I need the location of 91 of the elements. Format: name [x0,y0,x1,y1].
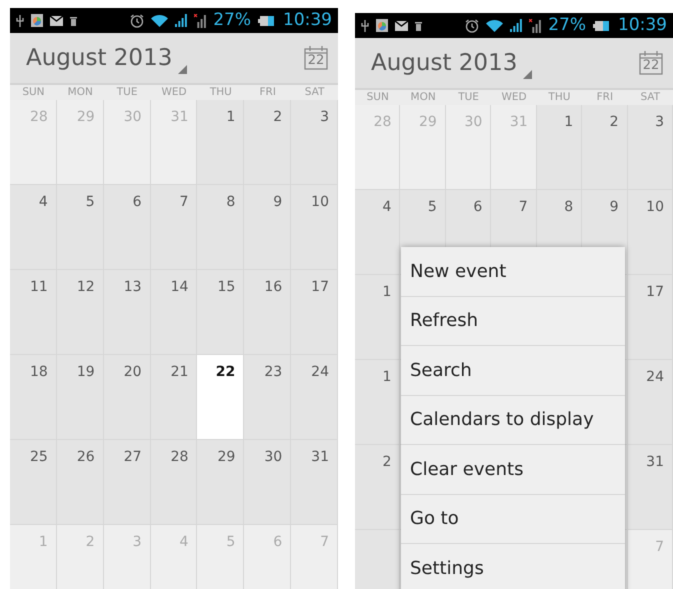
day-cell[interactable]: 11 [10,270,57,355]
month-title[interactable]: August 2013 [26,45,172,71]
weekday-label: THU [208,85,233,100]
day-cell[interactable]: 2 [355,445,400,530]
day-cell[interactable]: 26 [56,440,104,525]
day-cell[interactable]: 3 [291,100,338,185]
day-cell[interactable]: 28 [150,440,198,525]
weekday-label: MON [410,90,437,105]
day-cell[interactable]: 10 [628,190,673,275]
weekday-label: SUN [366,90,390,105]
day-cell[interactable]: 1 [536,105,582,190]
today-button[interactable]: 22 [639,51,663,75]
month-title[interactable]: August 2013 [371,50,518,76]
weekday-label: SUN [21,85,46,100]
weekday-label: TUE [457,90,480,105]
menu-item[interactable]: Go to [401,494,625,544]
no-signal-icon [529,18,542,32]
menu-item[interactable]: Settings [401,544,625,589]
battery-percent: 27% [548,17,586,34]
day-cell[interactable]: 31 [628,445,673,530]
day-cell[interactable]: 3 [628,105,673,190]
today-button[interactable]: 22 [304,46,328,70]
menu-item[interactable]: Clear events [401,445,625,494]
day-cell[interactable]: 8 [197,185,244,270]
day-cell[interactable]: 29 [197,440,244,525]
weekday-label: TUE [116,85,138,100]
day-cell[interactable]: 27 [104,440,151,525]
weekday-label: SAT [639,90,662,105]
day-cell[interactable]: 9 [244,185,292,270]
weekday-label: SAT [304,85,326,100]
day-cell[interactable]: 24 [628,360,673,445]
day-cell[interactable]: 17 [291,270,338,355]
day-cell[interactable]: 16 [244,270,292,355]
day-cell[interactable]: 7 [150,185,198,270]
day-cell[interactable]: 18 [10,355,57,440]
day-cell[interactable]: 30 [244,440,292,525]
clock: 10:39 [618,17,667,34]
dropdown-icon[interactable] [523,70,532,78]
day-cell[interactable]: 25 [10,440,57,525]
weekday-label: THU [547,90,572,105]
day-cell[interactable]: 10 [291,185,338,270]
wifi-icon [151,14,168,27]
mail-icon [395,20,408,30]
battery-percent: 27% [213,12,251,29]
weekday-label: WED [160,85,188,100]
day-cell[interactable]: 15 [197,270,244,355]
alarm-icon [130,14,144,28]
day-cell[interactable]: 20 [104,355,151,440]
menu-item[interactable]: Calendars to display [401,396,625,445]
usb-icon [16,14,24,26]
day-cell[interactable]: 22 [197,355,244,440]
day-cell[interactable]: 1 [355,360,400,445]
weekday-label: WED [500,90,528,105]
trash-icon [70,16,77,26]
battery-icon [258,16,274,26]
day-cell[interactable]: 5 [56,185,104,270]
day-cell[interactable]: 1 [197,100,244,185]
menu-item[interactable]: New event [401,247,625,296]
weekday-label: FRI [596,90,614,105]
mail-icon [50,16,63,26]
alarm-icon [465,18,480,32]
menu-item[interactable]: Search [401,346,625,396]
day-cell[interactable]: 19 [56,355,104,440]
day-cell[interactable]: 31 [291,440,338,525]
dropdown-icon[interactable] [178,64,188,74]
day-cell[interactable]: 4 [10,185,57,270]
day-cell[interactable]: 2 [244,100,292,185]
day-cell[interactable]: 14 [150,270,198,355]
clock: 10:39 [283,12,332,29]
day-cell[interactable]: 13 [104,270,151,355]
gallery-icon [31,14,43,27]
weekday-label: FRI [258,85,277,100]
day-cell[interactable]: 6 [104,185,151,270]
wifi-icon [486,19,504,32]
day-cell[interactable]: 2 [582,105,628,190]
gallery-icon [376,19,388,32]
trash-icon [415,20,422,30]
day-cell[interactable]: 23 [244,355,292,440]
day-cell[interactable]: 1 [355,275,400,360]
day-cell[interactable]: 4 [355,190,400,275]
weekday-label: MON [66,85,94,100]
menu-item[interactable]: Refresh [401,296,625,346]
day-cell[interactable]: 12 [56,270,104,355]
day-cell[interactable]: 21 [150,355,198,440]
usb-icon [361,20,369,32]
signal-icon [510,19,522,32]
day-cell[interactable]: 17 [628,275,673,360]
signal-icon [175,14,188,27]
battery-icon [593,20,609,30]
day-cell[interactable]: 24 [291,355,338,440]
no-signal-icon [194,14,206,28]
